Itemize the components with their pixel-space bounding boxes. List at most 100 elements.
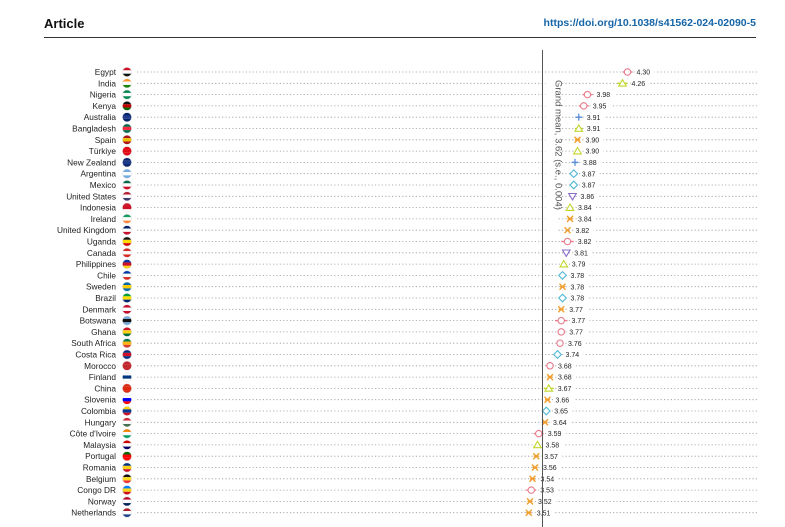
country-label: Côte d'Ivoire	[70, 429, 117, 439]
country-label: Spain	[95, 135, 117, 145]
flag-icon	[122, 281, 132, 292]
value-label: 3.88	[583, 160, 597, 167]
flag-icon	[122, 462, 132, 473]
country-label: Sweden	[86, 282, 116, 292]
flag-icon	[122, 304, 132, 315]
flag-icon	[122, 112, 132, 123]
country-label: Canada	[87, 248, 116, 258]
country-label: Chile	[97, 270, 116, 280]
value-label: 3.95	[593, 104, 607, 111]
value-label: 3.68	[558, 363, 572, 370]
country-label: Finland	[89, 372, 117, 382]
country-row: Denmark 3.77	[82, 304, 757, 314]
marker-circle	[557, 328, 565, 336]
country-label: Costa Rica	[75, 350, 116, 360]
value-label: 3.51	[537, 510, 551, 517]
marker-circle	[527, 486, 535, 494]
country-row: Malaysia 3.58	[83, 440, 757, 450]
value-label: 3.78	[571, 296, 585, 303]
country-row: Norway 3.52	[88, 496, 757, 506]
country-row: Canada 3.81	[87, 248, 757, 258]
value-label: 3.58	[546, 443, 560, 450]
country-label: Botswana	[80, 316, 117, 326]
country-row: South Africa 3.76	[71, 338, 757, 348]
country-label: Colombia	[81, 406, 116, 416]
country-row: United States 3.86	[66, 191, 757, 201]
country-row: Chile 3.78	[97, 270, 757, 280]
value-label: 3.74	[566, 352, 580, 359]
country-label: Romania	[83, 463, 117, 473]
value-label: 3.59	[548, 431, 562, 438]
value-label: 3.82	[578, 239, 592, 246]
marker-diamond	[569, 169, 579, 179]
flag-icon	[122, 417, 132, 428]
marker-diamond	[557, 270, 568, 280]
flag-icon	[122, 293, 132, 303]
country-row: Bangladesh 3.91	[72, 124, 757, 134]
marker-circle	[583, 90, 592, 99]
country-row: Ireland 3.84	[91, 214, 757, 224]
country-label: Congo DR	[77, 485, 116, 495]
country-row: Colombia 3.65	[81, 406, 757, 416]
country-row: Congo DR 3.53	[77, 485, 757, 495]
value-label: 3.57	[544, 454, 558, 461]
flag-icon	[122, 270, 132, 281]
value-label: 3.82	[576, 228, 590, 235]
flag-icon	[122, 89, 132, 100]
value-label: 3.87	[582, 183, 596, 190]
value-label: 3.91	[587, 115, 601, 122]
value-label: 3.84	[578, 205, 592, 212]
value-label: 3.90	[586, 149, 600, 156]
flag-icon	[122, 360, 132, 371]
marker-diamond	[557, 293, 568, 303]
marker-triangle	[572, 146, 583, 155]
value-label: 3.56	[543, 465, 557, 472]
value-label: 3.91	[587, 126, 601, 133]
grand-mean-label-group: Grand mean, 3.62 (s.e., 0.004)	[545, 76, 564, 234]
value-label: 3.98	[597, 92, 611, 99]
country-row: New Zealand 3.88	[67, 157, 757, 167]
country-row: Belgium 3.54	[86, 474, 757, 484]
flag-icon	[122, 168, 132, 179]
country-row: Morocco 3.68	[84, 361, 757, 371]
country-label: Philippines	[76, 259, 116, 269]
country-row: Hungary 3.64	[85, 417, 757, 427]
marker-circle	[556, 339, 564, 347]
country-row: Botswana 3.77	[80, 316, 757, 326]
flag-icon	[122, 123, 132, 134]
flag-icon	[122, 247, 132, 258]
country-row: Finland 3.68	[89, 372, 757, 382]
value-label: 3.52	[538, 499, 552, 506]
marker-circle	[623, 68, 632, 76]
country-row: Romania 3.56	[83, 463, 757, 473]
country-label: Slovenia	[84, 395, 116, 405]
flag-icon	[122, 338, 132, 349]
value-label: 4.30	[637, 70, 651, 77]
country-row: Argentina 3.87	[80, 169, 757, 179]
country-row: Netherlands 3.51	[71, 508, 757, 518]
value-label: 3.78	[571, 273, 585, 280]
country-row: Philippines 3.79	[76, 259, 757, 269]
flag-icon	[122, 507, 132, 518]
country-label: Norway	[88, 496, 117, 506]
marker-circle	[563, 237, 572, 246]
country-label: Egypt	[95, 67, 117, 77]
flag-icon	[122, 67, 132, 77]
country-row: Portugal 3.57	[85, 451, 757, 461]
country-label: Denmark	[82, 304, 117, 314]
country-label: Uganda	[87, 237, 116, 247]
value-label: 3.86	[581, 194, 595, 201]
value-label: 3.77	[569, 330, 583, 337]
flag-icon	[122, 134, 132, 145]
flag-icon	[122, 225, 132, 236]
flag-icon	[122, 236, 132, 247]
flag-icon	[122, 428, 132, 439]
country-row: Mexico 3.87	[90, 180, 757, 190]
flag-icon	[122, 259, 132, 269]
value-label: 3.76	[568, 341, 582, 348]
country-row: Slovenia 3.66	[84, 395, 757, 405]
flag-icon	[122, 214, 132, 224]
value-label: 3.78	[571, 284, 585, 291]
value-label: 3.77	[569, 307, 583, 314]
marker-circle	[557, 316, 565, 325]
